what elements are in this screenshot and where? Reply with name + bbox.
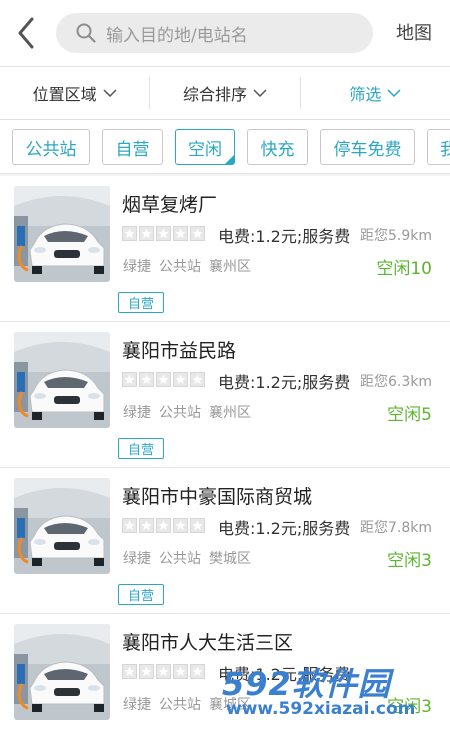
chip-self-operated[interactable]: 自营 <box>102 129 163 165</box>
electric-car-image <box>14 478 110 574</box>
station-tags: 绿捷 公共站 襄州区 <box>123 402 259 422</box>
station-photo <box>14 332 110 428</box>
search-icon <box>76 23 96 43</box>
chip-public-station[interactable]: 公共站 <box>12 129 90 165</box>
filter-label: 综合排序 <box>182 85 247 104</box>
chevron-left-icon <box>18 17 34 49</box>
chip-idle[interactable]: 空闲 <box>175 129 235 165</box>
station-name: 烟草复烤厂 <box>122 194 218 216</box>
filter-sort[interactable]: 综合排序 <box>150 77 301 109</box>
rating-stars <box>122 372 207 387</box>
station-operator: 绿捷 <box>123 405 151 421</box>
station-photo <box>14 186 110 282</box>
chevron-down-icon <box>253 89 267 97</box>
station-type: 公共站 <box>159 551 201 567</box>
station-operator: 绿捷 <box>123 259 151 275</box>
station-item[interactable]: 烟草复烤厂 电费:1.2元;服务费 距您5.9km 绿捷 公共站 襄州区 空闲10 … <box>0 176 450 322</box>
star-icon <box>139 664 154 679</box>
star-icon <box>139 226 154 241</box>
self-operated-badge: 自营 <box>118 438 164 459</box>
star-icon <box>139 372 154 387</box>
electric-car-image <box>14 624 110 720</box>
station-operator: 绿捷 <box>123 551 151 567</box>
station-fee: 电费:1.2元;服务费 <box>218 519 351 538</box>
chevron-down-icon <box>387 89 401 97</box>
chip-fast-charge[interactable]: 快充 <box>247 129 308 165</box>
station-item[interactable]: 襄阳市中豪国际商贸城 电费:1.2元;服务费 距您7.8km 绿捷 公共站 樊城区 … <box>0 468 450 614</box>
star-icon <box>122 518 137 533</box>
station-type: 公共站 <box>159 259 201 275</box>
rating-stars <box>122 664 207 679</box>
chip-free-parking[interactable]: 停车免费 <box>320 129 415 165</box>
filter-label: 位置区域 <box>32 85 97 104</box>
app-screen: 输入目的地/电站名 地图 位置区域 综合排序 筛选 公共站 自营 空闲 快充 停… <box>0 0 450 729</box>
station-photo <box>14 624 110 720</box>
star-icon <box>122 226 137 241</box>
filter-location-area[interactable]: 位置区域 <box>0 77 151 109</box>
self-operated-badge: 自营 <box>118 292 164 313</box>
station-operator: 绿捷 <box>123 697 151 713</box>
station-fee: 电费:1.2元;服务费 <box>218 227 351 246</box>
station-district: 襄州区 <box>209 405 251 421</box>
electric-car-image <box>14 332 110 428</box>
filter-bar: 位置区域 综合排序 筛选 <box>0 66 450 120</box>
station-name: 襄阳市中豪国际商贸城 <box>122 486 313 508</box>
site-watermark: 592软件园 www.592xiazai.com <box>222 659 444 723</box>
tag-chips-row: 公共站 自营 空闲 快充 停车免费 我 <box>0 120 450 174</box>
station-type: 公共站 <box>159 697 201 713</box>
station-availability: 空闲10 <box>376 259 432 279</box>
station-photo <box>14 478 110 574</box>
station-tags: 绿捷 公共站 襄州区 <box>123 256 259 276</box>
station-type: 公共站 <box>159 405 201 421</box>
rating-stars <box>122 226 207 241</box>
station-district: 襄州区 <box>209 259 251 275</box>
star-icon <box>173 664 188 679</box>
electric-car-image <box>14 186 110 282</box>
star-icon <box>173 226 188 241</box>
star-icon <box>156 664 171 679</box>
station-list: 烟草复烤厂 电费:1.2元;服务费 距您5.9km 绿捷 公共站 襄州区 空闲10 … <box>0 176 450 729</box>
self-operated-badge: 自营 <box>118 584 164 605</box>
filter-label: 筛选 <box>349 85 382 104</box>
back-button[interactable] <box>0 0 52 66</box>
map-button[interactable]: 地图 <box>396 19 432 45</box>
watermark-url: www.592xiazai.com <box>226 699 416 719</box>
star-icon <box>122 664 137 679</box>
star-icon <box>173 518 188 533</box>
chevron-down-icon <box>103 89 117 97</box>
star-icon <box>139 518 154 533</box>
filter-screen[interactable]: 筛选 <box>301 77 450 109</box>
star-icon <box>190 518 205 533</box>
station-distance: 距您5.9km <box>359 228 432 244</box>
rating-stars <box>122 518 207 533</box>
station-fee: 电费:1.2元;服务费 <box>218 373 351 392</box>
search-input[interactable]: 输入目的地/电站名 <box>56 13 373 53</box>
top-bar: 输入目的地/电站名 地图 <box>0 0 450 66</box>
station-name: 襄阳市人大生活三区 <box>122 632 294 654</box>
star-icon <box>156 226 171 241</box>
station-availability: 空闲3 <box>387 551 432 571</box>
star-icon <box>122 372 137 387</box>
star-icon <box>190 226 205 241</box>
star-icon <box>190 664 205 679</box>
chip-more[interactable]: 我 <box>427 129 450 165</box>
station-distance: 距您7.8km <box>359 520 432 536</box>
star-icon <box>173 372 188 387</box>
search-placeholder: 输入目的地/电站名 <box>106 25 248 46</box>
station-item[interactable]: 襄阳市益民路 电费:1.2元;服务费 距您6.3km 绿捷 公共站 襄州区 空闲5 … <box>0 322 450 468</box>
station-distance: 距您6.3km <box>359 374 432 390</box>
star-icon <box>190 372 205 387</box>
star-icon <box>156 518 171 533</box>
station-tags: 绿捷 公共站 樊城区 <box>123 548 259 568</box>
station-name: 襄阳市益民路 <box>122 340 237 362</box>
station-availability: 空闲5 <box>387 405 432 425</box>
star-icon <box>156 372 171 387</box>
station-district: 樊城区 <box>209 551 251 567</box>
